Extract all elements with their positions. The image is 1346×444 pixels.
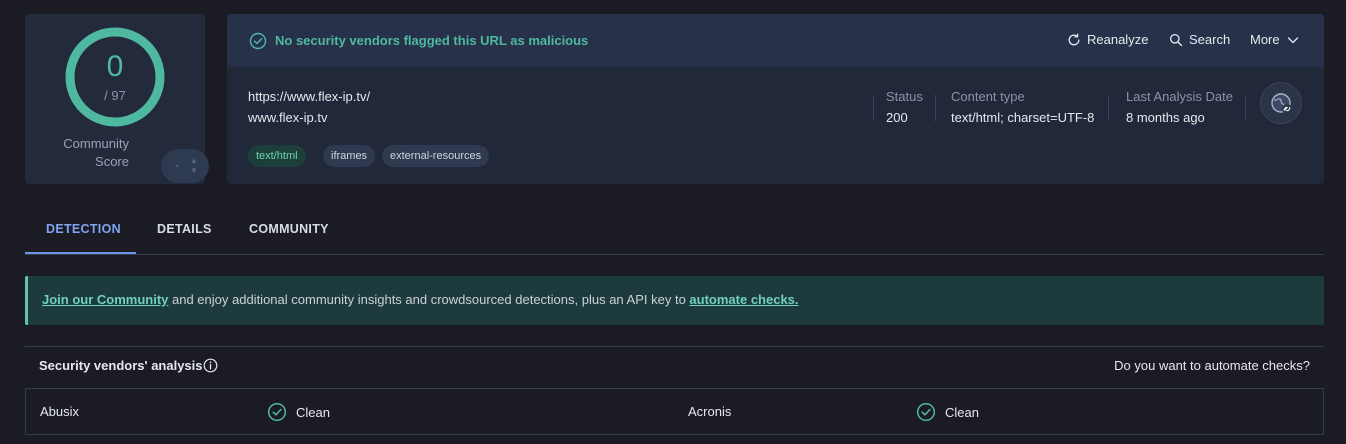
vendor-result-label: Clean [296,404,330,420]
detection-score-card: 0 / 97 Community Score ▲ ▼ [25,14,209,184]
check-circle-icon [249,32,267,50]
search-label: Search [1189,32,1231,47]
info-icon[interactable] [203,358,218,373]
status-value: 200 [886,110,908,125]
more-button[interactable]: More [1250,32,1300,47]
meta-divider [1108,95,1109,121]
notice-text: and enjoy additional community insights … [168,292,690,307]
tab-details[interactable]: DETAILS [157,222,212,236]
content-type-value: text/html; charset=UTF-8 [951,110,1095,125]
join-community-link[interactable]: Join our Community [42,292,168,307]
meta-last-analysis: Last Analysis Date 8 months ago [1126,89,1233,125]
vote-up-icon[interactable]: ▲ [190,157,198,165]
vendors-title: Security vendors' analysis [39,358,203,373]
reanalyze-label: Reanalyze [1087,32,1149,47]
vendors-header: Security vendors' analysis Do you want t… [25,346,1324,388]
meta-divider [873,95,874,121]
last-analysis-value: 8 months ago [1126,110,1205,125]
vendor-name: Abusix [40,404,80,419]
tag-iframes[interactable]: iframes [323,145,376,167]
community-vote-control[interactable]: ▲ ▼ [161,149,209,183]
url-globe-button[interactable] [1260,82,1302,124]
table-row: Abusix Clean Acronis Clean [25,388,1324,435]
vendor-name: Acronis [688,404,732,419]
tag-external-resources[interactable]: external-resources [382,145,490,167]
tab-detection[interactable]: DETECTION [46,222,121,236]
vote-down-icon[interactable]: ▼ [190,167,198,175]
refresh-icon [1068,33,1080,45]
community-label-line2: Score [95,154,129,169]
result-tabs: DETECTION DETAILS COMMUNITY [25,212,1324,255]
url-full: https://www.flex-ip.tv/ [248,89,371,104]
tag-text-html[interactable]: text/html [248,145,306,167]
banner-message: No security vendors flagged this URL as … [275,33,589,48]
community-label-line1: Community [63,136,129,151]
meta-content-type: Content type text/html; charset=UTF-8 [951,89,1094,125]
active-tab-indicator [25,252,136,254]
community-score-label: Community Score [53,135,129,171]
vendor-result: Clean [916,402,979,422]
chevron-down-icon [1287,36,1298,43]
url-host: www.flex-ip.tv [248,110,328,125]
meta-status: Status 200 [886,89,923,125]
search-button[interactable]: Search [1169,32,1230,47]
content-type-label: Content type [951,89,1025,104]
check-circle-icon [916,402,936,422]
search-icon [1169,33,1183,46]
detection-count: 0 [106,50,124,83]
last-analysis-label: Last Analysis Date [1126,89,1233,104]
detection-total: / 97 [104,88,126,103]
vendor-result-label: Clean [945,404,979,420]
vendor-result: Clean [267,402,330,422]
status-banner: No security vendors flagged this URL as … [227,14,1324,67]
vote-dot [176,165,178,167]
globe-link-icon [1271,93,1292,114]
reanalyze-button[interactable]: Reanalyze [1067,32,1148,47]
tab-community[interactable]: COMMUNITY [249,222,329,236]
meta-divider [1245,95,1246,121]
meta-divider [935,95,936,121]
more-label: More [1250,32,1280,47]
automate-checks-link[interactable]: automate checks. [689,292,798,307]
check-circle-icon [267,402,287,422]
community-notice: Join our Community and enjoy additional … [25,276,1324,325]
url-summary-panel: No security vendors flagged this URL as … [227,14,1324,184]
status-label: Status [886,89,923,104]
automate-checks-prompt[interactable]: Do you want to automate checks? [1114,358,1310,373]
